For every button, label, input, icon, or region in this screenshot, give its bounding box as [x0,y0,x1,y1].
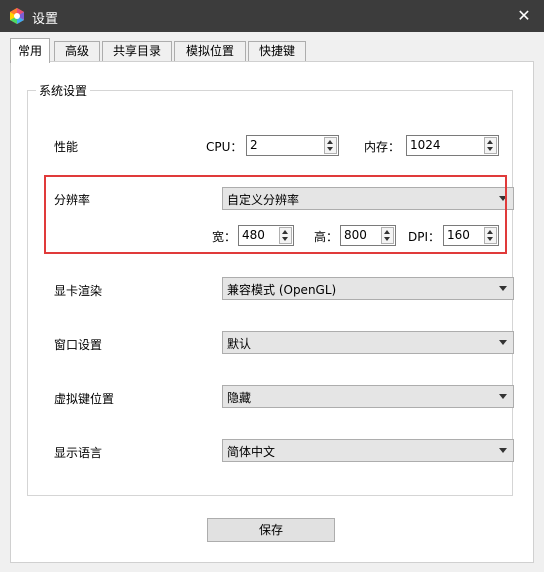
renderer-label: 显卡渲染 [54,284,103,298]
chevron-down-icon [499,340,507,345]
window-title: 设置 [32,12,59,27]
window-setting-select[interactable]: 默认 [222,331,514,354]
window-setting-selected: 默认 [227,337,252,351]
cpu-label: CPU： [206,140,243,154]
app-logo-icon [10,8,24,24]
tab-shortcuts[interactable]: 快捷键 [248,41,306,62]
tab-shared-folder[interactable]: 共享目录 [102,41,172,62]
performance-label: 性能 [54,140,79,154]
vkey-position-selected: 隐藏 [227,391,252,405]
system-settings-group: 系统设置 性能 CPU： 2 内存： 1024 分辨率 自定义分辨率 宽： 48… [27,82,514,496]
arrow-up-icon [327,140,333,144]
chevron-down-icon [499,286,507,291]
memory-value: 1024 [410,138,441,152]
arrow-down-icon [487,147,493,151]
arrow-down-icon [327,147,333,151]
window-setting-label: 窗口设置 [54,338,103,352]
language-selected: 简体中文 [227,445,276,459]
vkey-position-select[interactable]: 隐藏 [222,385,514,408]
group-title: 系统设置 [36,82,91,99]
chevron-down-icon [499,394,507,399]
save-button[interactable]: 保存 [207,518,335,542]
tab-mock-location[interactable]: 模拟位置 [174,41,246,62]
renderer-select[interactable]: 兼容模式 (OpenGL) [222,277,514,300]
settings-panel: 系统设置 性能 CPU： 2 内存： 1024 分辨率 自定义分辨率 宽： 48… [10,61,534,563]
arrow-up-icon [487,140,493,144]
chevron-down-icon [499,448,507,453]
tab-advanced[interactable]: 高级 [54,41,100,62]
renderer-selected: 兼容模式 (OpenGL) [227,283,337,297]
cpu-spin-arrows[interactable] [324,137,337,154]
memory-label: 内存： [364,140,401,154]
memory-spin-arrows[interactable] [484,137,497,154]
cpu-stepper[interactable]: 2 [246,135,339,156]
memory-stepper[interactable]: 1024 [406,135,499,156]
language-label: 显示语言 [54,446,103,460]
vkey-position-label: 虚拟键位置 [54,392,115,406]
resolution-highlight-box [44,175,507,254]
close-button[interactable]: ✕ [504,0,544,32]
title-bar: 设置 ✕ [0,0,544,32]
language-select[interactable]: 简体中文 [222,439,514,462]
close-icon: ✕ [517,6,531,25]
tab-general[interactable]: 常用 [10,38,50,63]
cpu-value: 2 [250,138,258,152]
